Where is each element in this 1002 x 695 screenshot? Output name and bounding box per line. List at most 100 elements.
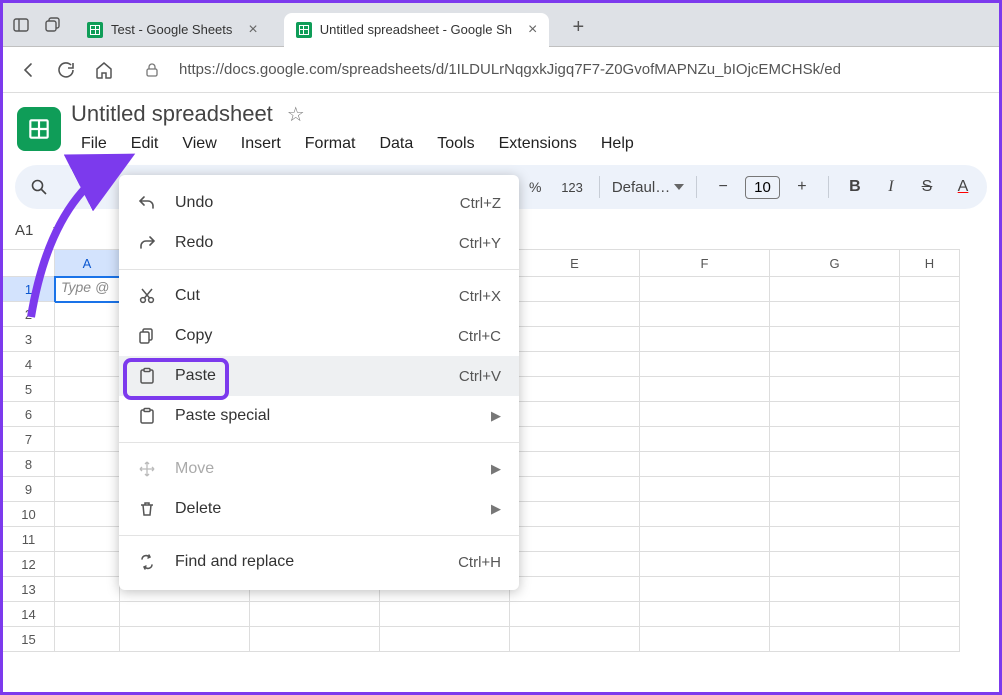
cell[interactable] (770, 627, 900, 652)
cell[interactable] (640, 377, 770, 402)
cell[interactable] (55, 402, 120, 427)
search-button[interactable] (25, 172, 53, 202)
menu-data[interactable]: Data (369, 131, 423, 157)
menu-copy[interactable]: Copy Ctrl+C (119, 316, 519, 356)
menu-redo[interactable]: Redo Ctrl+Y (119, 223, 519, 263)
menu-delete[interactable]: Delete ▶ (119, 489, 519, 529)
cell[interactable] (55, 477, 120, 502)
cell[interactable] (640, 302, 770, 327)
row-header[interactable]: 3 (3, 327, 55, 352)
column-header[interactable]: A (55, 249, 120, 277)
menu-insert[interactable]: Insert (231, 131, 291, 157)
menu-file[interactable]: File (71, 131, 117, 157)
row-header[interactable]: 10 (3, 502, 55, 527)
cell[interactable] (770, 427, 900, 452)
row-header[interactable]: 5 (3, 377, 55, 402)
row-header[interactable]: 7 (3, 427, 55, 452)
cell[interactable] (640, 477, 770, 502)
cell[interactable] (55, 452, 120, 477)
strikethrough-button[interactable]: S (913, 172, 941, 202)
row-header[interactable]: 13 (3, 577, 55, 602)
cell[interactable] (640, 452, 770, 477)
cell[interactable] (380, 627, 510, 652)
font-size-decrease[interactable]: − (709, 172, 737, 202)
cell[interactable] (900, 502, 960, 527)
cell[interactable] (770, 502, 900, 527)
close-icon[interactable]: × (248, 21, 257, 39)
panel-icon[interactable] (13, 17, 29, 33)
close-icon[interactable]: × (528, 21, 537, 39)
browser-tab[interactable]: Test - Google Sheets × (75, 13, 270, 47)
cell[interactable] (510, 427, 640, 452)
menu-paste-special[interactable]: Paste special ▶ (119, 396, 519, 436)
menu-undo[interactable]: Undo Ctrl+Z (119, 183, 519, 223)
bold-button[interactable]: B (841, 172, 869, 202)
row-header[interactable]: 14 (3, 602, 55, 627)
column-header[interactable]: G (770, 249, 900, 277)
cell[interactable] (510, 502, 640, 527)
cell[interactable] (510, 477, 640, 502)
menu-help[interactable]: Help (591, 131, 644, 157)
menu-find-replace[interactable]: Find and replace Ctrl+H (119, 542, 519, 582)
menu-tools[interactable]: Tools (427, 131, 484, 157)
percent-button[interactable]: % (521, 172, 549, 202)
cell[interactable] (55, 377, 120, 402)
text-color-button[interactable]: A (949, 172, 977, 202)
menu-extensions[interactable]: Extensions (489, 131, 587, 157)
refresh-button[interactable] (55, 59, 77, 81)
cell[interactable] (640, 627, 770, 652)
cell[interactable] (640, 277, 770, 302)
cell[interactable] (900, 577, 960, 602)
cell[interactable] (770, 402, 900, 427)
cell[interactable] (640, 602, 770, 627)
cell[interactable] (770, 327, 900, 352)
cell[interactable] (510, 452, 640, 477)
cell[interactable] (510, 327, 640, 352)
cell[interactable] (120, 602, 250, 627)
font-family-select[interactable]: Defaul… (612, 179, 684, 196)
column-header[interactable]: H (900, 249, 960, 277)
cell[interactable] (510, 602, 640, 627)
back-button[interactable] (17, 59, 39, 81)
name-box[interactable]: A1 (15, 222, 75, 239)
cell[interactable] (120, 627, 250, 652)
cell[interactable] (770, 527, 900, 552)
new-tab-button[interactable]: + (563, 16, 593, 43)
menu-cut[interactable]: Cut Ctrl+X (119, 276, 519, 316)
cell[interactable] (640, 352, 770, 377)
cell[interactable] (510, 527, 640, 552)
cell[interactable] (770, 277, 900, 302)
cell[interactable] (55, 527, 120, 552)
menu-paste[interactable]: Paste Ctrl+V (119, 356, 519, 396)
cell[interactable] (640, 552, 770, 577)
cell[interactable] (900, 327, 960, 352)
cell[interactable] (250, 627, 380, 652)
cell[interactable] (250, 602, 380, 627)
cell[interactable] (55, 327, 120, 352)
row-header[interactable]: 2 (3, 302, 55, 327)
cell[interactable] (900, 527, 960, 552)
cell[interactable] (770, 602, 900, 627)
cell[interactable] (900, 477, 960, 502)
cell[interactable] (640, 327, 770, 352)
cell[interactable] (640, 502, 770, 527)
cell[interactable] (640, 527, 770, 552)
cell[interactable] (510, 402, 640, 427)
cell[interactable] (55, 502, 120, 527)
cell[interactable] (770, 552, 900, 577)
column-header[interactable]: E (510, 249, 640, 277)
menu-view[interactable]: View (172, 131, 226, 157)
menu-edit[interactable]: Edit (121, 131, 169, 157)
menu-format[interactable]: Format (295, 131, 366, 157)
cell[interactable] (900, 302, 960, 327)
row-header[interactable]: 9 (3, 477, 55, 502)
cell[interactable] (900, 452, 960, 477)
cell[interactable] (900, 352, 960, 377)
cell[interactable] (55, 427, 120, 452)
italic-button[interactable]: I (877, 172, 905, 202)
cell[interactable] (900, 377, 960, 402)
cell[interactable] (900, 402, 960, 427)
column-header[interactable]: F (640, 249, 770, 277)
cell[interactable] (900, 552, 960, 577)
cell[interactable] (770, 452, 900, 477)
